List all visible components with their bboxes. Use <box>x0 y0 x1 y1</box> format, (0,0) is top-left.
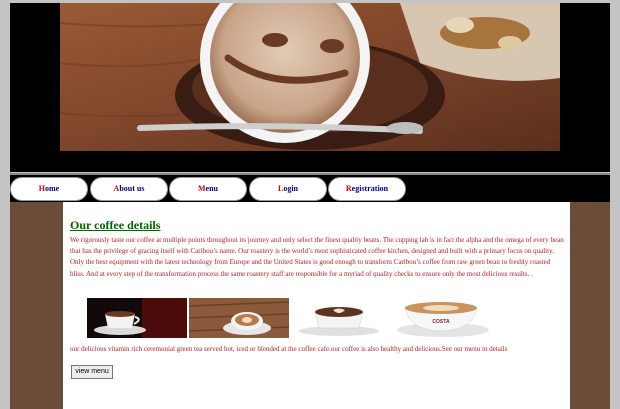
nav-registration[interactable]: Registration <box>328 177 406 201</box>
nav-menu-initial: M <box>197 184 206 193</box>
main-area: Our coffee details We rigorously taste o… <box>10 202 610 409</box>
banner-image <box>60 3 560 151</box>
nav-menu-label: enu <box>205 184 218 193</box>
page: Home About us Menu Login Registration Ou… <box>10 3 610 409</box>
costa-logo-text: COSTA <box>432 319 450 325</box>
coffee-thumb-2 <box>189 298 289 338</box>
nav-menu[interactable]: Menu <box>169 177 247 201</box>
coffee-thumb-1 <box>87 298 187 338</box>
nav-login[interactable]: Login <box>249 177 327 201</box>
navbar: Home About us Menu Login Registration <box>10 173 610 205</box>
intro-text: We rigorously taste our coffee at multip… <box>70 236 564 278</box>
nav-login-label: ogin <box>283 184 298 193</box>
page-title: Our coffee details <box>70 218 161 232</box>
content-panel: Our coffee details We rigorously taste o… <box>63 202 570 409</box>
header <box>10 3 610 172</box>
nav-about-us[interactable]: About us <box>90 177 168 201</box>
nav-home-label: ome <box>45 184 60 193</box>
nav-about-us-label: bout us <box>119 184 145 193</box>
nav-home[interactable]: Home <box>10 177 88 201</box>
coffee-thumb-costa: COSTA <box>393 298 493 338</box>
coffee-thumb-3 <box>295 298 387 338</box>
view-menu-button[interactable]: view menu <box>71 365 113 379</box>
nav-registration-label: egistration <box>351 184 389 193</box>
details-text: our delicious vitamin rich ceremonial gr… <box>70 345 508 353</box>
